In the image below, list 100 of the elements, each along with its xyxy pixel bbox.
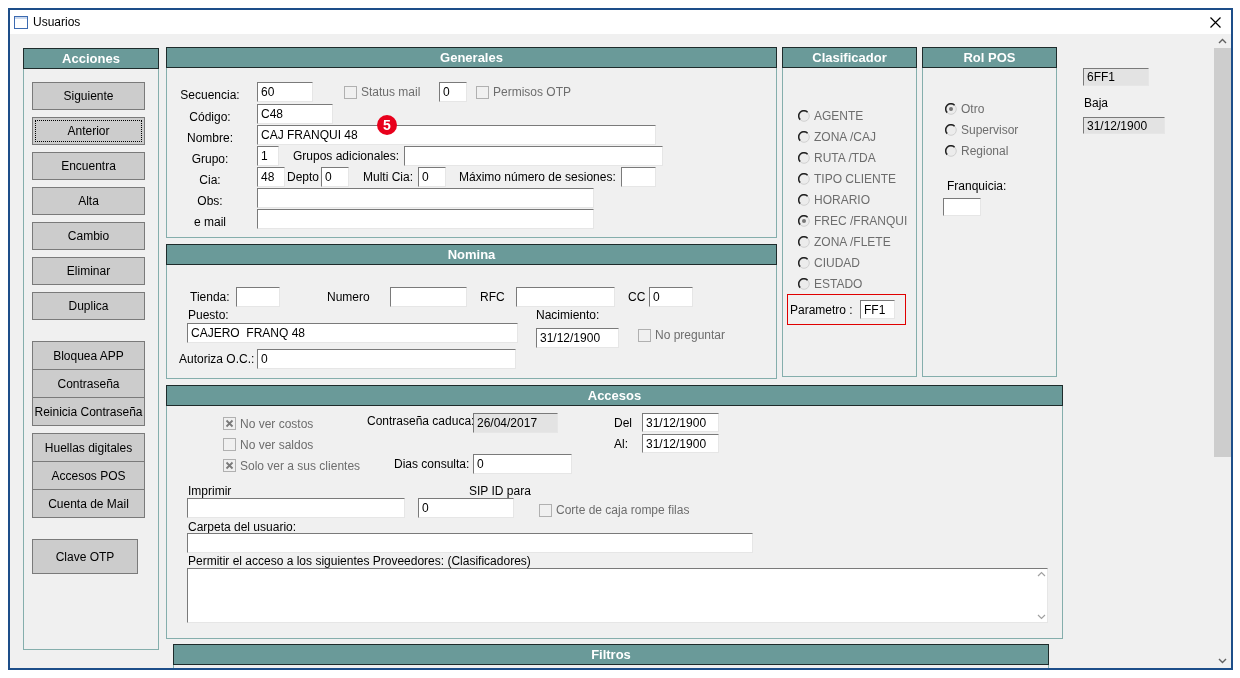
radio-label: TIPO CLIENTE	[814, 171, 896, 186]
field-label: Al:	[614, 436, 628, 451]
input-field[interactable]: 31/12/1900	[642, 413, 719, 432]
scroll-up-icon[interactable]	[1037, 571, 1046, 577]
input-field[interactable]: 0	[418, 167, 446, 187]
field-label: Del	[614, 415, 632, 430]
checkbox-label: No ver costos	[240, 416, 314, 431]
field-label: Código:	[189, 110, 231, 124]
input-field[interactable]: 31/12/1900	[642, 434, 719, 453]
action-button[interactable]: Alta	[32, 187, 145, 215]
radio-label: ZONA /CAJ	[814, 129, 876, 144]
field-label: Tienda:	[190, 290, 230, 304]
radio-label: AGENTE	[814, 108, 864, 123]
input-field[interactable]: 26/04/2017	[473, 413, 558, 433]
field-label: Contraseña caduca:	[367, 414, 475, 428]
input-field[interactable]	[236, 287, 280, 307]
window-icon	[14, 15, 28, 29]
action-button[interactable]: Huellas digitales	[32, 433, 145, 462]
field-label: SIP ID para	[469, 483, 531, 498]
field-label: Depto	[287, 170, 320, 184]
field-label: Puesto:	[188, 308, 229, 322]
field-label: Autoriza O.C.:	[179, 352, 255, 366]
field-label: Carpeta del usuario:	[188, 519, 297, 534]
panel-header: Acciones	[23, 48, 159, 69]
action-button[interactable]: Anterior	[32, 117, 145, 145]
field-label: Nombre:	[187, 131, 233, 145]
input-field[interactable]	[404, 146, 663, 166]
checkbox-label: Corte de caja rompe filas	[556, 503, 690, 517]
action-button[interactable]: Accesos POS	[32, 461, 145, 490]
input-field[interactable]	[390, 287, 467, 307]
field-label: Secuencia:	[180, 88, 240, 102]
field-label: Nacimiento:	[536, 308, 600, 322]
checkbox-label: Status mail	[361, 85, 421, 99]
scrollbar-thumb[interactable]	[1214, 48, 1231, 457]
input-field[interactable]	[516, 287, 615, 307]
action-button[interactable]: Duplica	[32, 292, 145, 320]
panel-header: Accesos	[166, 385, 1063, 406]
field-label: Cia:	[199, 173, 221, 187]
scroll-down-icon[interactable]	[1218, 658, 1227, 664]
field-label: Máximo número de sesiones:	[459, 170, 616, 184]
action-button[interactable]: Eliminar	[32, 257, 145, 285]
action-button[interactable]: Siguiente	[32, 82, 145, 110]
input-field[interactable]: 48	[257, 167, 285, 187]
field-label: Multi Cia:	[363, 170, 413, 184]
input-field[interactable]: 0	[418, 497, 514, 518]
radio-label: HORARIO	[814, 192, 870, 207]
field-label: Numero	[327, 290, 370, 304]
input-field[interactable]: FF1	[860, 300, 895, 319]
input-field[interactable]: 0	[321, 167, 349, 187]
input-field[interactable]: 0	[257, 349, 516, 369]
field-label: Grupos adicionales:	[293, 149, 400, 163]
scroll-down-icon[interactable]	[1037, 614, 1046, 620]
action-button[interactable]: Encuentra	[32, 152, 145, 180]
input-field[interactable]: 31/12/1900	[536, 328, 619, 348]
action-button[interactable]: Reinicia Contraseña	[32, 397, 145, 426]
radio-label: ESTADO	[814, 276, 863, 291]
radio-label: RUTA /TDA	[814, 150, 876, 165]
input-field[interactable]	[621, 167, 656, 187]
radio-label: ZONA /FLETE	[814, 234, 891, 249]
input-field[interactable]: 6FF1	[1083, 68, 1149, 86]
input-field[interactable]: 1	[257, 146, 279, 166]
input-field[interactable]: C48	[257, 104, 333, 124]
field-label: Parametro :	[790, 302, 854, 317]
field-label: RFC	[480, 290, 505, 304]
input-field[interactable]: 0	[439, 82, 467, 102]
input-field[interactable]	[187, 533, 753, 553]
input-field[interactable]	[187, 497, 405, 518]
close-icon[interactable]	[1210, 16, 1221, 28]
input-field[interactable]	[943, 198, 981, 216]
panel-header: Generales	[166, 47, 777, 68]
checkbox-label: Solo ver a sus clientes	[240, 458, 361, 473]
step-badge: 5	[377, 115, 397, 135]
panel-header: Clasificador	[782, 47, 917, 68]
input-field[interactable]: 0	[473, 454, 572, 474]
radio-label: CIUDAD	[814, 255, 860, 270]
input-field[interactable]: 31/12/1900	[1083, 117, 1165, 134]
action-button[interactable]: Cambio	[32, 222, 145, 250]
field-label: Permitir el acceso a los siguientes Proveedores: (Clasificadores)	[188, 553, 531, 568]
field-label: e mail	[194, 215, 226, 229]
radio-label: Supervisor	[961, 122, 1019, 137]
window-title: Usuarios	[33, 15, 82, 29]
radio-label: FREC /FRANQUI	[814, 213, 908, 228]
input-field[interactable]	[257, 188, 594, 208]
action-button[interactable]: Clave OTP	[32, 539, 138, 574]
radio-label: Regional	[961, 143, 1009, 158]
input-field[interactable]	[257, 209, 594, 229]
input-field[interactable]: 60	[257, 82, 313, 102]
field-label: Franquicia:	[947, 179, 1008, 193]
action-button[interactable]: Cuenta de Mail	[32, 489, 145, 518]
field-label: Grupo:	[191, 152, 229, 166]
field-label: Obs:	[197, 194, 223, 208]
field-label: Imprimir	[188, 483, 232, 498]
input-field[interactable]: 0	[649, 287, 693, 307]
input-field[interactable]: CAJERO FRANQ 48	[187, 323, 518, 343]
action-button[interactable]: Contraseña	[32, 369, 145, 398]
action-button[interactable]: Bloquea APP	[32, 341, 145, 370]
radio-label: Otro	[961, 101, 985, 116]
checkbox-label: Permisos OTP	[493, 85, 571, 99]
panel-header: Filtros	[173, 644, 1049, 665]
scroll-up-icon[interactable]	[1218, 38, 1227, 44]
